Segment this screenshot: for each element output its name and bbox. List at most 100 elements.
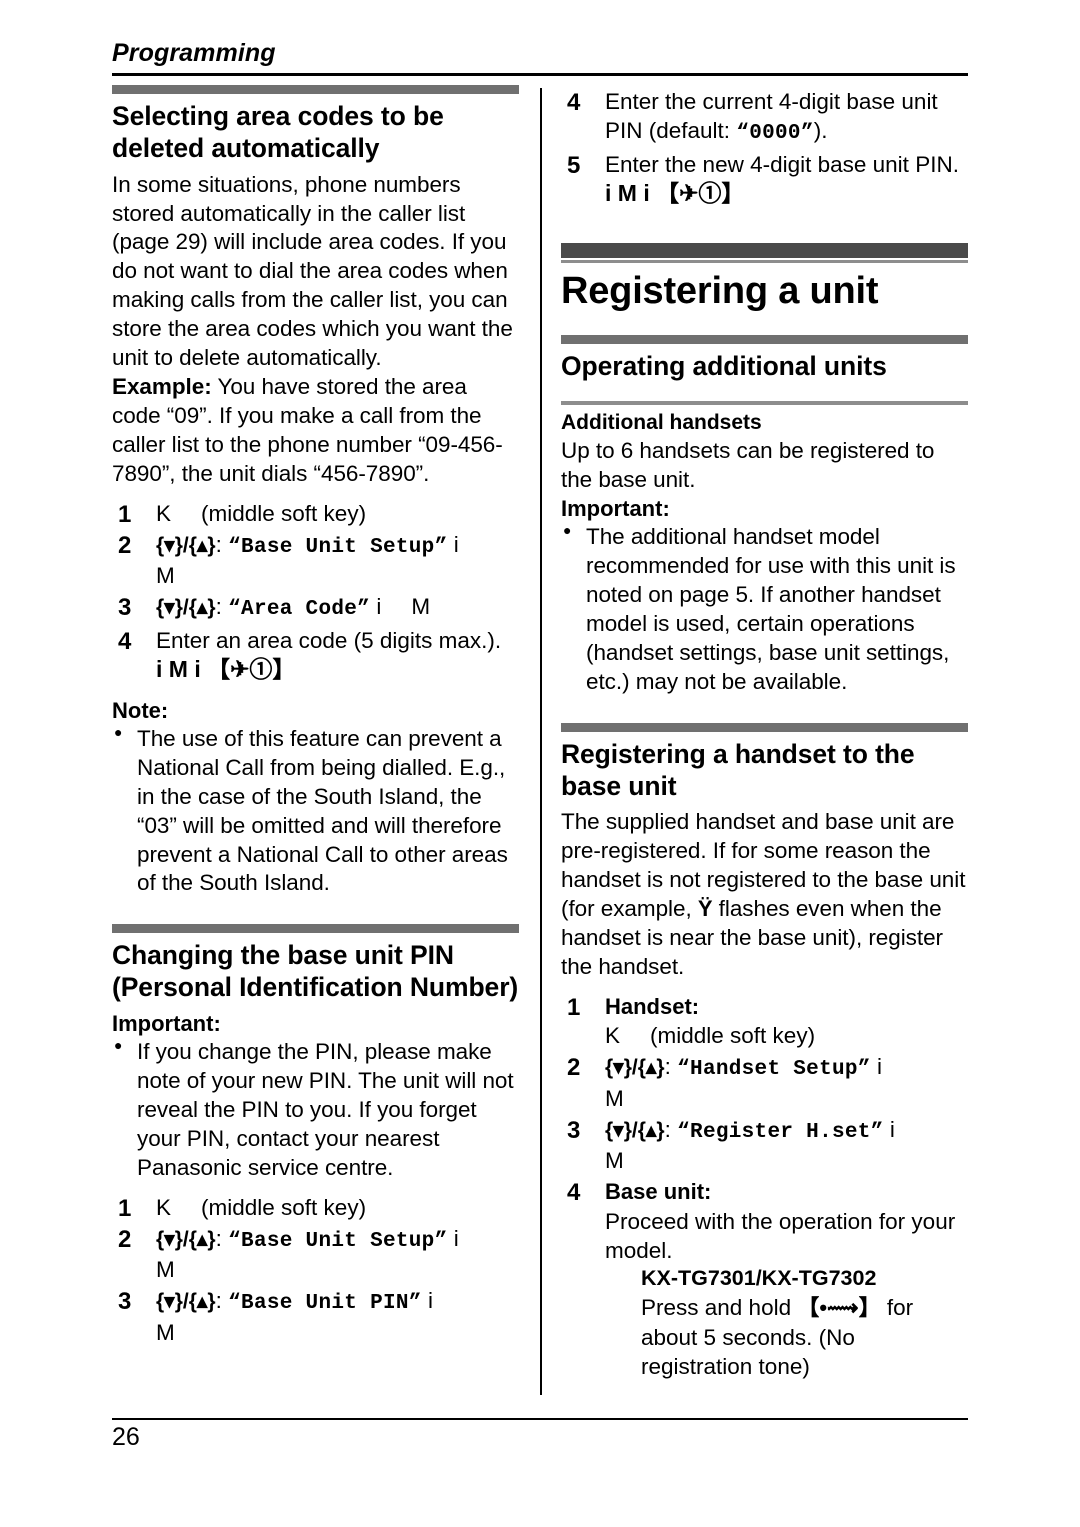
running-head-rule: [112, 72, 968, 76]
step-text: Proceed with the operation for your mode…: [605, 1208, 956, 1263]
model-text-pre: Press and hold: [641, 1295, 798, 1321]
step-item: 2 {▾}/{▴}: “Handset Setup” i M: [561, 1052, 968, 1113]
paragraph-area-codes-example: Example: You have stored the area code “…: [112, 373, 519, 489]
step-item: 4 Enter an area code (5 digits max.). i …: [112, 626, 519, 685]
step-text: (middle soft key): [650, 1023, 816, 1049]
menu-item-label: “Handset Setup”: [677, 1058, 871, 1082]
step-item: 2 {▾}/{▴}: “Base Unit Setup” i M: [112, 1224, 519, 1285]
section-bar: [561, 722, 968, 732]
step-item: 1 Handset: K (middle soft key): [561, 992, 968, 1051]
step-number: 4: [567, 1179, 581, 1207]
step-text: Enter an area code (5 digits max.).: [156, 627, 502, 653]
nav-keys-glyph-icon: {▾}/{▴}: [605, 1118, 665, 1142]
step-number: 1: [567, 993, 581, 1021]
subsection-bar: [561, 400, 968, 405]
model-instruction: Press and hold 【•⟿】 for about 5 seconds.…: [605, 1293, 968, 1381]
running-head: Programming: [112, 39, 968, 76]
nav-keys-glyph-icon: {▾}/{▴}: [156, 1290, 216, 1314]
step-colon: :: [215, 1288, 222, 1314]
steps-registering-handset: 1 Handset: K (middle soft key) 2 {▾}/{▴}:…: [561, 992, 968, 1381]
select-key-glyph-icon: M: [605, 1085, 624, 1111]
off-key-sequence-icon: i M i 【✈①】: [605, 179, 745, 206]
step-item: 3 {▾}/{▴}: “Base Unit PIN” i M: [112, 1286, 519, 1347]
note-bullet-list: The use of this feature can prevent a Na…: [112, 724, 519, 898]
select-key-glyph-icon: M: [156, 1257, 175, 1283]
step-text: Enter the new 4-digit base unit PIN.: [605, 151, 959, 177]
menu-item-label: “Base Unit Setup”: [228, 1229, 448, 1253]
steps-changing-pin-continued: 4 Enter the current 4-digit base unit PI…: [561, 87, 968, 209]
step-number: 2: [118, 1225, 132, 1253]
paragraph-additional-handsets: Up to 6 handsets can be registered to th…: [561, 438, 935, 493]
menu-item-label: “Area Code”: [228, 598, 371, 622]
right-column: 4 Enter the current 4-digit base unit PI…: [561, 85, 968, 1381]
step-text: (middle soft key): [201, 1194, 367, 1220]
arrow-glyph-icon: i: [889, 1116, 895, 1142]
step-colon: :: [215, 1225, 222, 1251]
select-key-glyph-icon: M: [411, 594, 431, 620]
important-bullet-list: The additional handset model recommended…: [561, 522, 968, 696]
arrow-glyph-icon: i: [427, 1288, 433, 1314]
step-label-base-unit: Base unit:: [605, 1179, 712, 1205]
nav-keys-glyph-icon: {▾}/{▴}: [156, 533, 216, 557]
select-key-glyph-icon: M: [605, 1148, 624, 1174]
step-item: 4 Enter the current 4-digit base unit PI…: [561, 87, 968, 148]
section-heading-registering-handset: Registering a handset to the base unit: [561, 738, 915, 801]
step-number: 2: [567, 1054, 581, 1082]
section-heading-selecting-area-codes: Selecting area codes to be deleted autom…: [112, 101, 444, 163]
step-number: 1: [118, 500, 132, 528]
important-bullet-list: If you change the PIN, please make note …: [112, 1037, 519, 1183]
page-key-icon: 【•⟿】: [797, 1295, 881, 1321]
step-item: 3 {▾}/{▴}: “Area Code” i M: [112, 592, 519, 623]
important-label: Important:: [112, 1010, 221, 1036]
step-item: 1 K (middle soft key): [112, 1193, 519, 1222]
step-number: 3: [118, 1288, 132, 1316]
paragraph-registering-handset: The supplied handset and base unit are p…: [561, 808, 968, 981]
nav-keys-glyph-icon: {▾}/{▴}: [156, 596, 216, 620]
nav-keys-glyph-icon: {▾}/{▴}: [605, 1056, 665, 1080]
steps-changing-pin: 1 K (middle soft key) 2 {▾}/{▴}: “Base Un…: [112, 1193, 519, 1347]
step-number: 4: [567, 89, 581, 116]
columns-container: Selecting area codes to be deleted autom…: [112, 85, 968, 1395]
list-item: The use of this feature can prevent a Na…: [112, 724, 519, 898]
important-label: Important:: [561, 496, 670, 522]
soft-key-glyph-icon: K: [156, 500, 172, 526]
section-bar: [112, 85, 519, 94]
note-label: Note:: [112, 697, 169, 723]
step-text: (middle soft key): [201, 500, 367, 526]
arrow-glyph-icon: i: [453, 531, 459, 557]
steps-area-codes: 1 K (middle soft key) 2 {▾}/{▴}: “Base Un…: [112, 499, 519, 685]
menu-item-label: “Base Unit Setup”: [228, 535, 448, 559]
step-number: 3: [567, 1116, 581, 1144]
step-text-after: ).: [813, 118, 828, 144]
chapter-title-registering-a-unit: Registering a unit: [561, 269, 879, 312]
step-item: 3 {▾}/{▴}: “Register H.set” i M: [561, 1115, 968, 1176]
step-number: 3: [118, 594, 132, 622]
soft-key-glyph-icon: K: [156, 1194, 172, 1220]
select-key-glyph-icon: M: [156, 1319, 175, 1345]
chapter-bar: [561, 242, 968, 258]
page-footer: 26: [112, 1418, 968, 1452]
page-number: 26: [112, 1423, 140, 1451]
step-item: 4 Base unit: Proceed with the operation …: [561, 1177, 968, 1381]
section-heading-changing-base-unit-pin: Changing the base unit PIN (Personal Ide…: [112, 940, 519, 1003]
manual-page: Programming Selecting area codes to be d…: [0, 0, 1080, 1527]
example-label: Example:: [112, 373, 212, 399]
step-item: 1 K (middle soft key): [112, 499, 519, 528]
step-number: 5: [567, 151, 581, 179]
menu-item-label: “Base Unit PIN”: [228, 1292, 422, 1316]
section-bar: [112, 924, 519, 934]
paragraph-area-codes-intro: In some situations, phone numbers stored…: [112, 171, 513, 371]
column-divider: [540, 88, 542, 1395]
arrow-glyph-icon: i: [876, 1054, 882, 1080]
step-number: 1: [118, 1194, 132, 1222]
step-item: 2 {▾}/{▴}: “Base Unit Setup” i M: [112, 530, 519, 591]
section-bar: [561, 335, 968, 344]
step-label-handset: Handset:: [605, 993, 700, 1019]
list-item: If you change the PIN, please make note …: [112, 1037, 519, 1183]
step-colon: :: [664, 1054, 671, 1080]
step-colon: :: [215, 594, 222, 620]
chapter-bar-underline: [561, 259, 968, 263]
antenna-icon: Ϋ: [697, 896, 713, 922]
select-key-glyph-icon: M: [156, 563, 175, 589]
step-colon: :: [664, 1116, 671, 1142]
